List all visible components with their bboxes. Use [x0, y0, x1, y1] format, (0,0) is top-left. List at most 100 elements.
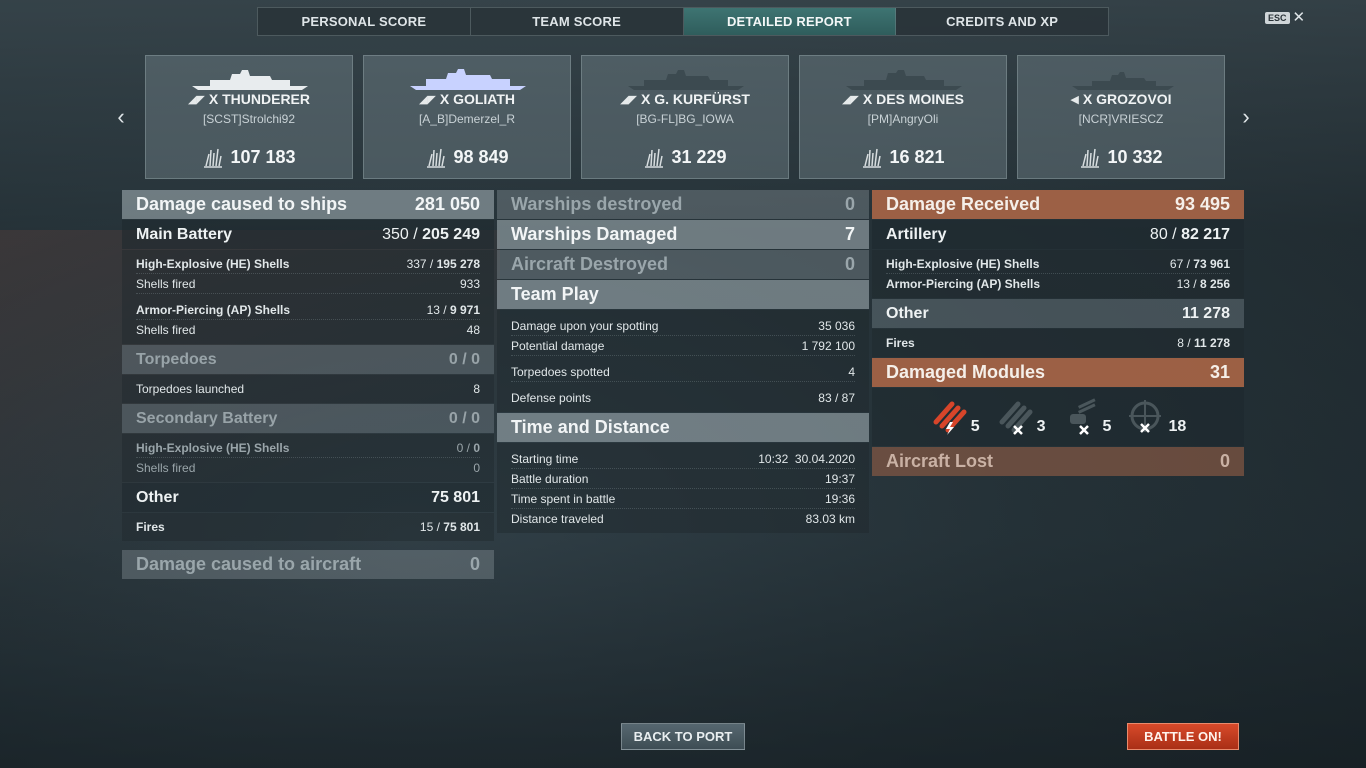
esc-key-label: ESC	[1265, 12, 1290, 24]
damage-burst-icon	[427, 148, 446, 168]
ship-card[interactable]: ◢◤ X DES MOINES [PM]AngryOli 16 821	[799, 55, 1007, 179]
damaged-modules-list: 5 3 5 18	[872, 388, 1244, 446]
potential-damage-row: Potential damage 1 792 100	[511, 336, 855, 356]
module-item: 5	[1062, 398, 1111, 436]
ship-cards: ◢◤ X THUNDERER [SCST]Strolchi92 107 183 ◢…	[145, 55, 1225, 179]
battle-duration-row: Battle duration 19:37	[511, 469, 855, 489]
received-ap-row: Armor-Piercing (AP) Shells 13 / 8 256	[886, 277, 1230, 291]
ship-damage: 31 229	[582, 147, 788, 168]
torpedoes-launched-row: Torpedoes launched 8	[136, 382, 480, 396]
ship-name: ◢◤ X THUNDERER	[187, 91, 311, 107]
damage-caused-to-aircraft-header: Damage caused to aircraft 0	[122, 550, 494, 579]
team-play-details: Damage upon your spotting 35 036 Potentia…	[497, 310, 869, 412]
ship-card[interactable]: ◢◤ X GOLIATH [A_B]Demerzel_R 98 849	[363, 55, 571, 179]
ship-silhouette-icon	[410, 69, 526, 90]
next-arrow-icon[interactable]: ›	[1236, 104, 1256, 130]
ship-card[interactable]: ◢◤ X G. KURFÜRST [BG-FL]BG_IOWA 31 229	[581, 55, 789, 179]
received-fires-row: Fires 8 / 11 278	[886, 336, 1230, 350]
damage-burst-icon	[1081, 148, 1100, 168]
ship-name: ◢◤ X GOLIATH	[418, 91, 516, 107]
ship-damage: 98 849	[364, 147, 570, 168]
destroyer-icon: ◀	[1070, 93, 1079, 106]
ap-shells-fired-row: Shells fired 48	[136, 323, 480, 337]
received-other-details: Fires 8 / 11 278	[872, 329, 1244, 357]
secondary-battery-row: Secondary Battery 0 / 0	[122, 404, 494, 433]
prev-arrow-icon[interactable]: ‹	[111, 104, 131, 130]
close-button[interactable]: ESC ✕	[1265, 9, 1306, 26]
tab-personal-score[interactable]: PERSONAL SCORE	[258, 8, 471, 35]
secondary-details: High-Explosive (HE) Shells 0 / 0 Shells f…	[122, 434, 494, 482]
received-he-row: High-Explosive (HE) Shells 67 / 73 961	[886, 254, 1230, 274]
damaged-modules-header: Damaged Modules 31	[872, 358, 1244, 387]
he-shells-row: High-Explosive (HE) Shells 337 / 195 278	[136, 254, 480, 274]
tab-bar: PERSONAL SCORE TEAM SCORE DETAILED REPOR…	[257, 7, 1109, 36]
secondary-fired-row: Shells fired 0	[136, 461, 480, 475]
artillery-details: High-Explosive (HE) Shells 67 / 73 961 Ar…	[872, 250, 1244, 298]
module-item: 5	[930, 398, 980, 436]
ship-card[interactable]: ◢◤ X THUNDERER [SCST]Strolchi92 107 183	[145, 55, 353, 179]
player-name: [SCST]Strolchi92	[202, 112, 296, 126]
other-details: Fires 15 / 75 801	[122, 513, 494, 541]
ap-shells-row: Armor-Piercing (AP) Shells 13 / 9 971	[136, 300, 480, 320]
aa-gun-destroyed-icon	[1129, 400, 1162, 433]
warships-destroyed-header: Warships destroyed 0	[497, 190, 869, 219]
ship-card[interactable]: ◀ X GROZOVOI [NCR]VRIESCZ 10 332	[1017, 55, 1225, 179]
torpedoes-details: Torpedoes launched 8	[122, 375, 494, 403]
ship-silhouette-icon	[1072, 72, 1174, 90]
tab-detailed-report[interactable]: DETAILED REPORT	[683, 8, 897, 35]
time-and-distance-header: Time and Distance	[497, 413, 869, 442]
fires-row: Fires 15 / 75 801	[136, 520, 480, 534]
torpedo-tubes-destroyed-icon	[999, 401, 1033, 435]
back-to-port-button[interactable]: BACK TO PORT	[621, 723, 745, 750]
battleship-icon: ◢◤	[418, 93, 436, 106]
damage-caused-to-ships-header: Damage caused to ships 281 050	[122, 190, 494, 219]
secondary-he-row: High-Explosive (HE) Shells 0 / 0	[136, 438, 480, 458]
tab-credits-and-xp[interactable]: CREDITS AND XP	[896, 8, 1108, 35]
torpedoes-spotted-row: Torpedoes spotted 4	[511, 362, 855, 382]
damage-burst-icon	[204, 148, 223, 168]
player-name: [A_B]Demerzel_R	[418, 112, 516, 126]
ship-silhouette-icon	[192, 70, 308, 90]
tab-team-score[interactable]: TEAM SCORE	[471, 8, 684, 35]
team-play-header: Team Play	[497, 280, 869, 309]
ship-damage: 107 183	[146, 147, 352, 168]
he-shells-fired-row: Shells fired 933	[136, 274, 480, 294]
time-spent-row: Time spent in battle 19:36	[511, 489, 855, 509]
player-name: [BG-FL]BG_IOWA	[636, 112, 734, 126]
damage-burst-icon	[645, 148, 664, 168]
torpedoes-row: Torpedoes 0 / 0	[122, 345, 494, 374]
ship-name: ◀ X GROZOVOI	[1070, 91, 1172, 107]
ship-name: ◢◤ X DES MOINES	[841, 91, 965, 107]
damage-received-column: Damage Received 93 495 Artillery 80 / 82 …	[872, 190, 1244, 477]
warships-damaged-header: Warships Damaged 7	[497, 220, 869, 249]
ship-damage: 10 332	[1018, 147, 1224, 168]
other-damage-row: Other 75 801	[122, 483, 494, 512]
time-distance-details: Starting time 10:32 30.04.2020 Battle dur…	[497, 443, 869, 533]
artillery-row: Artillery 80 / 82 217	[872, 220, 1244, 249]
distance-traveled-row: Distance traveled 83.03 km	[511, 512, 855, 526]
secondary-gun-destroyed-icon	[1069, 398, 1096, 435]
ship-silhouette-icon	[628, 70, 744, 90]
main-battery-details: High-Explosive (HE) Shells 337 / 195 278 …	[122, 250, 494, 344]
main-battery-row: Main Battery 350 / 205 249	[122, 220, 494, 249]
battle-on-button[interactable]: BATTLE ON!	[1127, 723, 1239, 750]
player-name: [PM]AngryOli	[867, 112, 939, 126]
results-column: Warships destroyed 0 Warships Damaged 7 Ai…	[497, 190, 869, 534]
ship-silhouette-icon	[846, 70, 962, 90]
cruiser-icon: ◢◤	[841, 93, 859, 106]
damage-burst-icon	[863, 148, 882, 168]
ship-damage: 16 821	[800, 147, 1006, 168]
player-name: [NCR]VRIESCZ	[1078, 112, 1164, 126]
battleship-icon: ◢◤	[187, 93, 205, 106]
module-item: 3	[996, 398, 1046, 436]
defense-points-row: Defense points 83 / 87	[511, 391, 855, 405]
aircraft-destroyed-header: Aircraft Destroyed 0	[497, 250, 869, 279]
starting-time-row: Starting time 10:32 30.04.2020	[511, 449, 855, 469]
module-item: 18	[1127, 398, 1186, 436]
close-icon: ✕	[1292, 9, 1306, 26]
aircraft-lost-header: Aircraft Lost 0	[872, 447, 1244, 476]
battleship-icon: ◢◤	[620, 93, 638, 106]
spotting-damage-row: Damage upon your spotting 35 036	[511, 316, 855, 336]
damage-caused-column: Damage caused to ships 281 050 Main Batte…	[122, 190, 494, 580]
damage-received-header: Damage Received 93 495	[872, 190, 1244, 219]
